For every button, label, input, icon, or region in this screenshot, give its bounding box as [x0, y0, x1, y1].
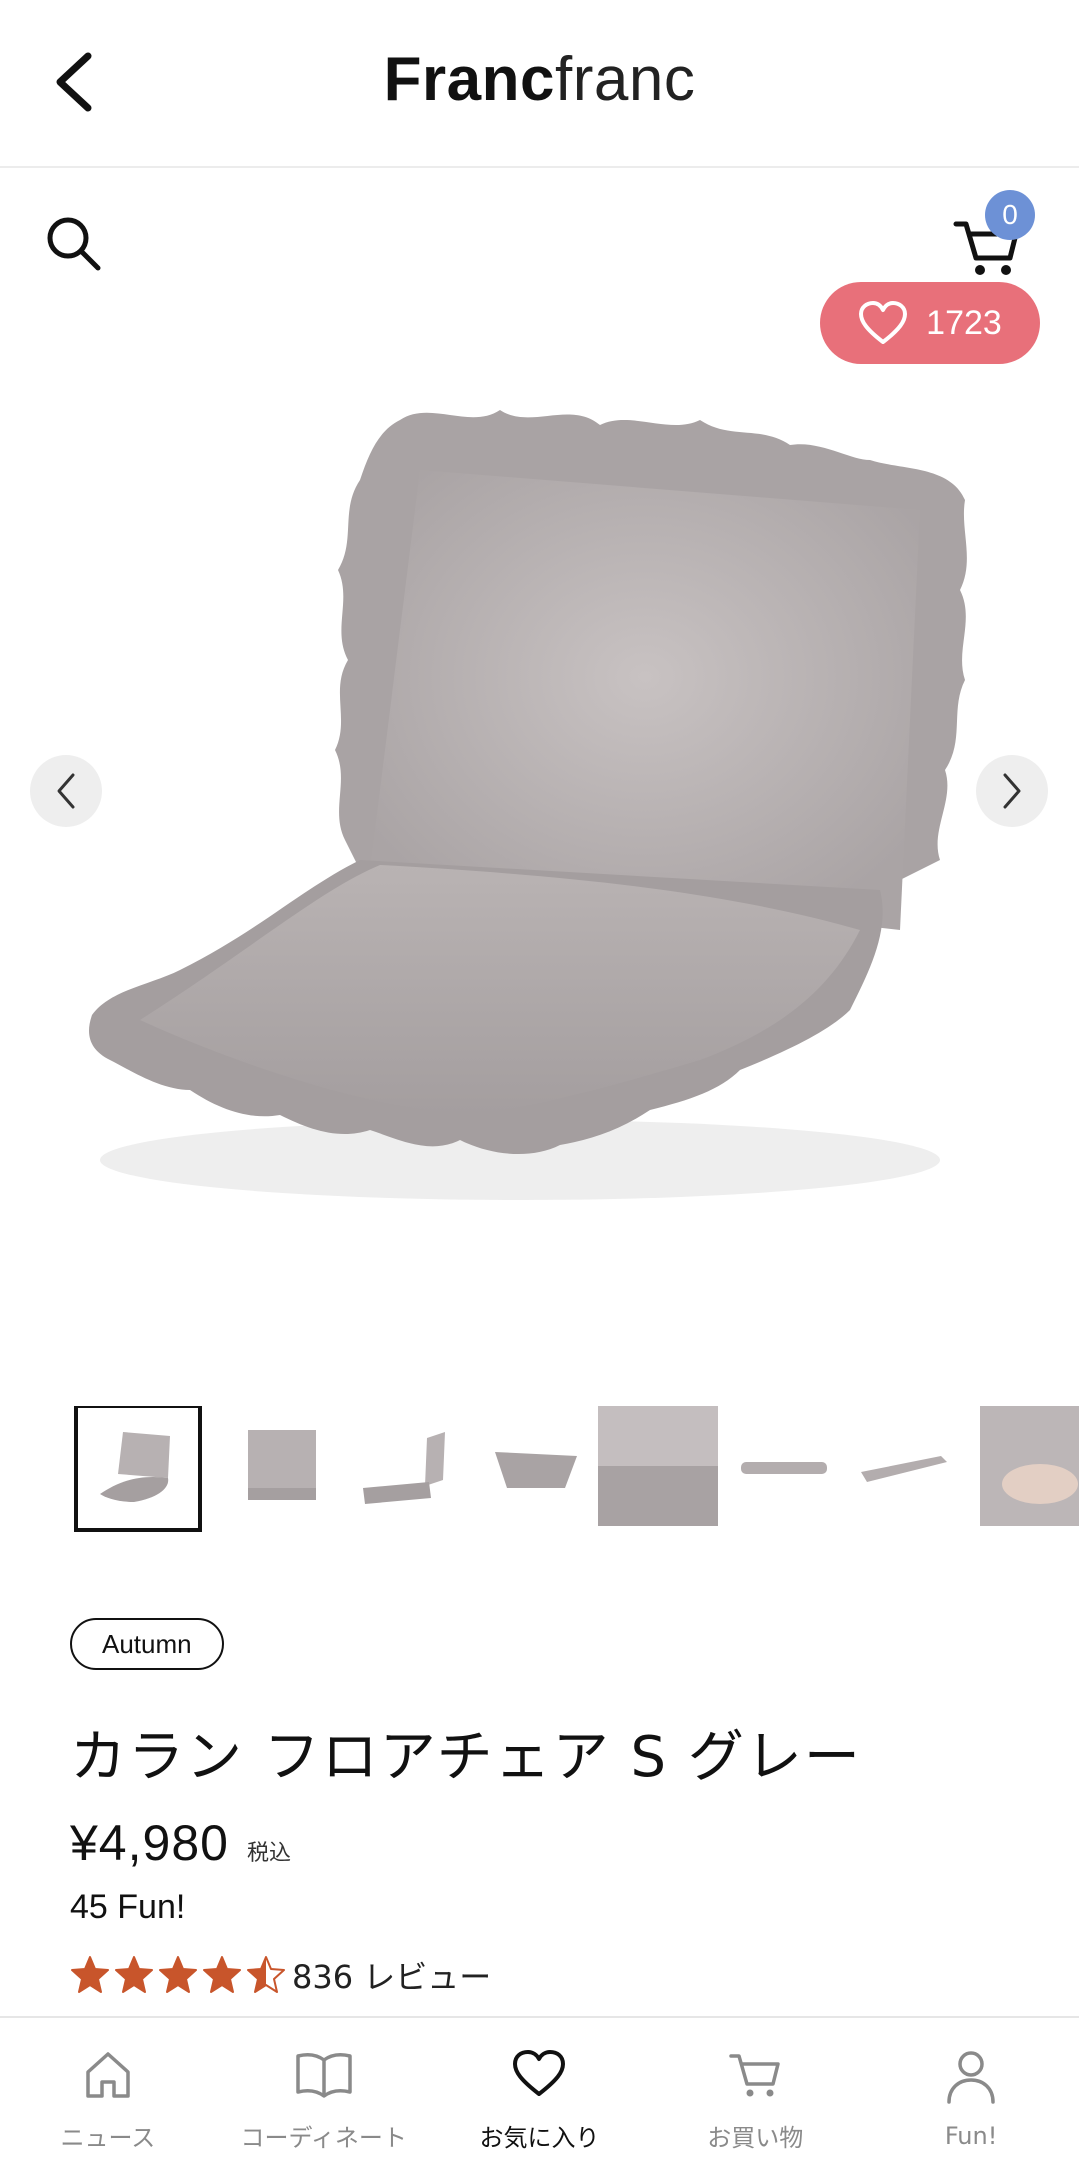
fun-points: 45 Fun! [70, 1888, 186, 1926]
thumb-chair-image [248, 1430, 316, 1500]
star-rating [70, 1955, 286, 1995]
chevron-right-icon [1003, 773, 1021, 809]
star-full-icon [159, 1956, 197, 1993]
nav-label: ニュース [60, 2124, 156, 2152]
thumb-chair-image [100, 1432, 170, 1502]
nav-item-fun[interactable]: Fun! [863, 2018, 1079, 2178]
thumbnail-4[interactable] [476, 1406, 596, 1526]
thumb-chair-image [861, 1456, 947, 1482]
product-image [89, 410, 967, 1200]
nav-item-news[interactable]: ニュース [0, 2018, 216, 2178]
thumbnail-8[interactable] [980, 1406, 1079, 1526]
star-half-icon [247, 1956, 285, 1993]
nav-item-favorites[interactable]: お気に入り [432, 2018, 648, 2178]
app-header: Francfranc [0, 0, 1079, 168]
thumb-chair-image [363, 1432, 445, 1504]
tax-note: 税込 [246, 1841, 291, 1866]
heart-outline-icon [859, 301, 908, 344]
nav-label: お買い物 [707, 2124, 804, 2152]
nav-label: お気に入り [479, 2124, 600, 2152]
logo-light: franc [555, 45, 696, 114]
thumbnail-strip[interactable] [74, 1406, 1079, 1534]
nav-label: Fun! [944, 2122, 998, 2150]
thumbnail-6[interactable] [724, 1406, 844, 1526]
tool-row [0, 200, 1079, 290]
logo-bold: Franc [383, 45, 555, 114]
product-title: カラン フロアチェア S グレー [70, 1725, 862, 1790]
review-count[interactable]: 836 レビュー [292, 1952, 491, 1998]
thumbnail-3[interactable] [350, 1406, 470, 1526]
season-tag[interactable]: Autumn [70, 1618, 224, 1670]
book-icon [295, 2053, 352, 2098]
cart-icon [729, 2054, 781, 2097]
price-row: ¥4,980 税込 [70, 1814, 291, 1872]
search-icon [47, 217, 101, 271]
favorite-count: 1723 [926, 303, 1002, 342]
brand-logo[interactable]: Francfranc [0, 44, 1079, 115]
star-full-icon [71, 1956, 109, 1993]
nav-item-shopping[interactable]: お買い物 [647, 2018, 863, 2178]
favorite-button[interactable]: 1723 [820, 282, 1040, 364]
bottom-navigation: ニュース コーディネート お気に入り お買い物 Fun! [0, 2016, 1079, 2178]
product-price: ¥4,980 [70, 1815, 229, 1871]
thumb-chair-image [495, 1452, 577, 1488]
gallery-prev-button[interactable] [30, 755, 102, 827]
chevron-left-icon [57, 773, 75, 809]
thumb-chair-image [980, 1406, 1079, 1526]
rating-row[interactable]: 836 レビュー [70, 1952, 491, 1998]
nav-label: コーディネート [240, 2124, 407, 2152]
thumbnail-1[interactable] [74, 1406, 202, 1532]
house-icon [86, 2052, 130, 2098]
product-gallery[interactable] [0, 370, 1079, 1270]
cart-count-badge: 0 [985, 190, 1035, 240]
thumb-chair-image [741, 1462, 827, 1474]
thumb-chair-image [598, 1406, 718, 1526]
nav-item-coordinate[interactable]: コーディネート [216, 2018, 432, 2178]
star-full-icon [203, 1956, 241, 1993]
search-button[interactable] [44, 214, 104, 274]
thumbnail-5[interactable] [598, 1406, 718, 1526]
gallery-next-button[interactable] [976, 755, 1048, 827]
thumbnail-2[interactable] [222, 1406, 342, 1526]
star-full-icon [115, 1956, 153, 1993]
heart-icon [513, 2050, 566, 2096]
person-icon [947, 2051, 995, 2104]
thumbnail-7[interactable] [846, 1406, 966, 1526]
